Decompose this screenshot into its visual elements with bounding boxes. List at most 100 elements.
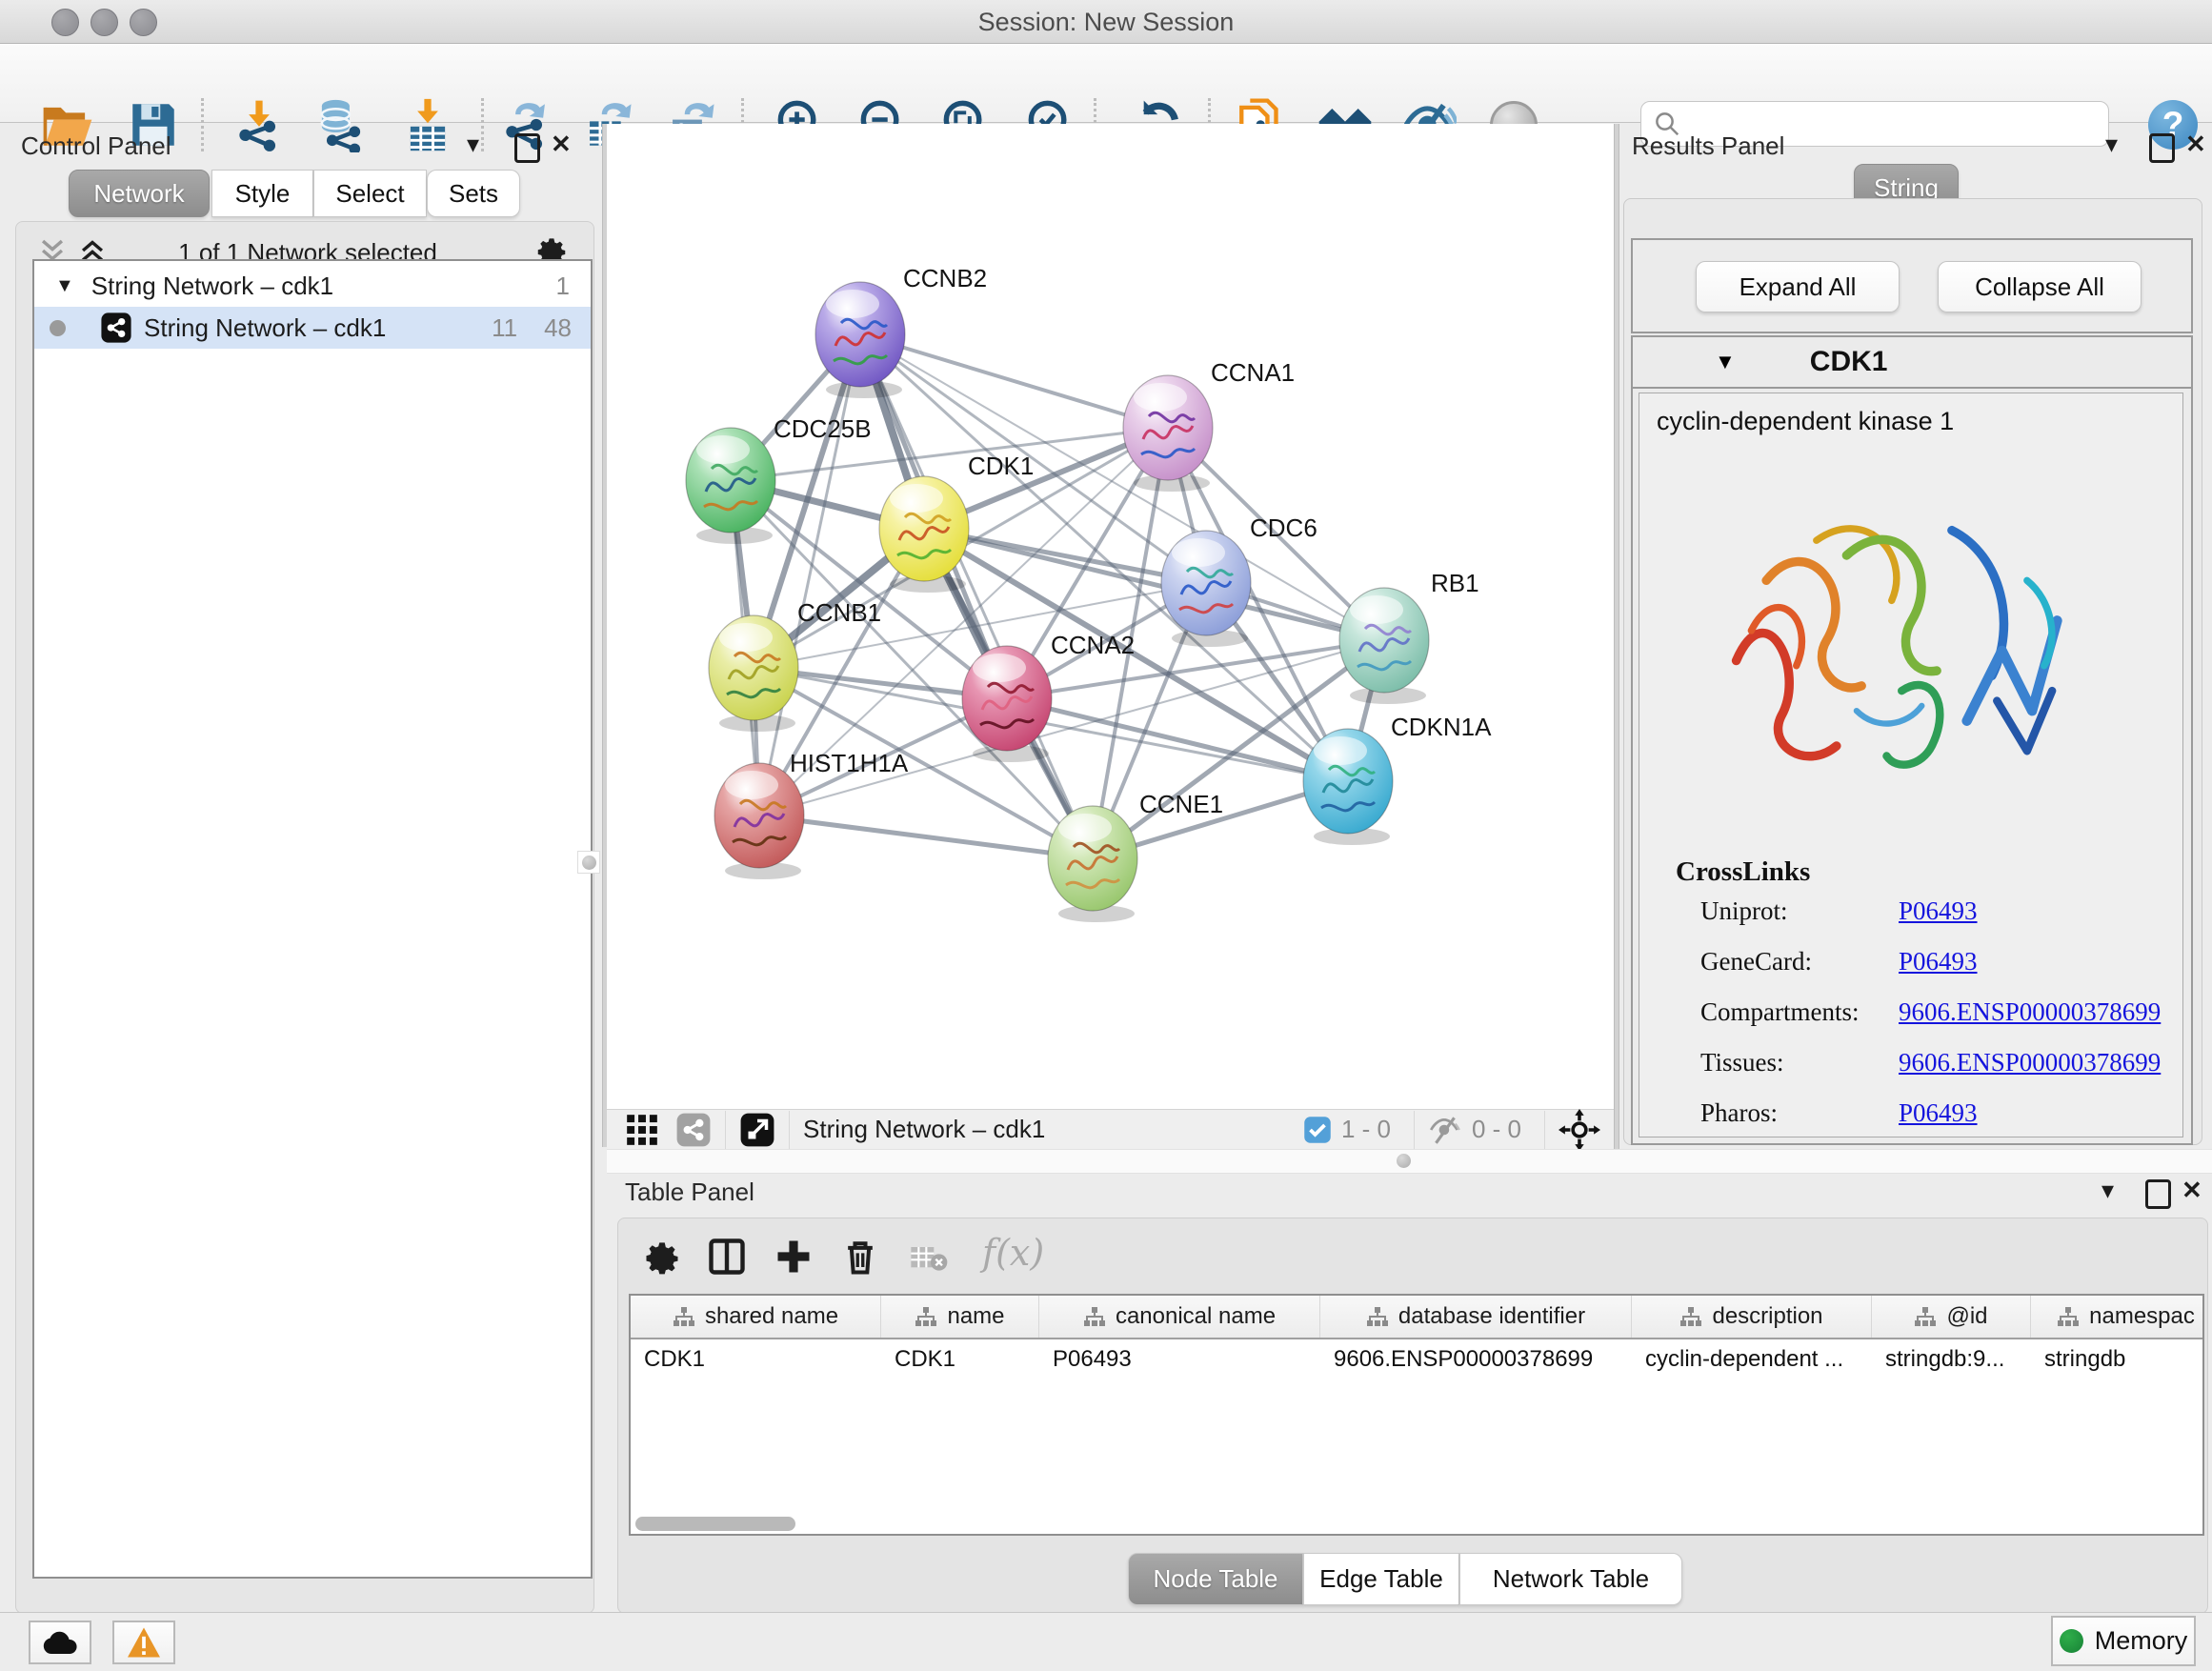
tab-node-table[interactable]: Node Table — [1128, 1553, 1303, 1605]
tab-network-table[interactable]: Network Table — [1459, 1553, 1682, 1605]
table-cell[interactable]: CDK1 — [631, 1339, 881, 1379]
column-header-1[interactable]: name — [881, 1296, 1039, 1338]
crosslink-link[interactable]: 9606.ENSP00000378699 — [1899, 997, 2161, 1027]
results-panel-float-icon[interactable] — [2149, 133, 2175, 163]
network-row[interactable]: String Network – cdk1 11 48 — [34, 307, 591, 349]
table-cell[interactable]: CDK1 — [881, 1339, 1039, 1379]
node-label-CCNB2: CCNB2 — [903, 264, 987, 292]
column-type-icon — [915, 1306, 937, 1327]
delete-column-icon[interactable] — [839, 1236, 881, 1278]
node-label-HIST1H1A: HIST1H1A — [790, 749, 909, 777]
tab-network[interactable]: Network — [69, 170, 210, 217]
memory-label: Memory — [2095, 1626, 2188, 1656]
table-cell[interactable]: stringdb — [2031, 1339, 2204, 1379]
column-type-icon — [1914, 1306, 1937, 1327]
show-columns-icon[interactable] — [706, 1236, 748, 1278]
gene-description: cyclin-dependent kinase 1 — [1657, 407, 1954, 436]
selected-counts: 1 - 0 — [1341, 1115, 1391, 1144]
selected-checkbox-icon[interactable] — [1303, 1116, 1332, 1144]
cloud-button[interactable] — [29, 1621, 91, 1664]
node-label-CCNA2: CCNA2 — [1051, 631, 1135, 659]
table-cell[interactable]: cyclin-dependent ... — [1632, 1339, 1872, 1379]
tab-style[interactable]: Style — [211, 170, 313, 217]
network-view-toolbar: String Network – cdk1 1 - 0 0 - 0 — [607, 1109, 1614, 1149]
crosslink-label: Uniprot: — [1700, 896, 1899, 926]
cloud-icon — [40, 1628, 80, 1657]
results-panel-close-icon[interactable]: ✕ — [2185, 130, 2206, 159]
node-label-CDC6: CDC6 — [1250, 513, 1317, 542]
status-strip: Memory — [0, 1612, 2212, 1671]
main-toolbar: ? — [0, 44, 2212, 123]
birds-eye-view-icon[interactable] — [739, 1112, 775, 1148]
gene-collapse-icon[interactable]: ▼ — [1715, 350, 1736, 374]
function-builder-icon: f(x) — [982, 1232, 1044, 1274]
table-header-row: shared namenamecanonical namedatabase id… — [631, 1296, 2202, 1339]
network-node-count: 11 — [492, 313, 517, 343]
node-label-CCNA1: CCNA1 — [1211, 358, 1295, 387]
collection-count: 1 — [556, 272, 570, 301]
collection-expand-icon[interactable]: ▼ — [55, 275, 74, 297]
network-type-icon — [100, 312, 132, 344]
table-panel-collapse-icon[interactable]: ▾ — [2101, 1176, 2114, 1205]
table-panel-close-icon[interactable]: ✕ — [2182, 1176, 2202, 1205]
expand-all-button[interactable]: Expand All — [1696, 261, 1900, 312]
network-canvas[interactable]: CCNB2CCNA1CDC25BCDK1CDC6RB1CCNB1CCNA2CDK… — [607, 124, 1614, 1109]
grid-view-icon[interactable] — [624, 1112, 660, 1148]
control-panel-title: Control Panel — [21, 131, 171, 161]
table-hscrollbar-thumb[interactable] — [635, 1517, 795, 1531]
column-header-5[interactable]: @id — [1872, 1296, 2031, 1338]
control-panel-collapse-icon[interactable]: ▾ — [467, 130, 479, 159]
crosslink-link[interactable]: P06493 — [1899, 947, 1978, 976]
left-splitter-handle[interactable] — [577, 851, 600, 874]
table-panel-float-icon[interactable] — [2145, 1179, 2171, 1209]
results-panel-collapse-icon[interactable]: ▾ — [2105, 130, 2118, 159]
tab-sets[interactable]: Sets — [427, 170, 520, 217]
tab-select[interactable]: Select — [313, 170, 427, 217]
node-label-CDKN1A: CDKN1A — [1391, 713, 1492, 741]
table-cell[interactable]: P06493 — [1039, 1339, 1320, 1379]
node-label-CDC25B: CDC25B — [774, 414, 872, 443]
table-body: CDK1CDK1P064939606.ENSP00000378699cyclin… — [631, 1339, 2202, 1379]
crosslink-label: Pharos: — [1700, 1098, 1899, 1128]
add-column-icon[interactable] — [773, 1236, 814, 1278]
column-header-0[interactable]: shared name — [631, 1296, 881, 1338]
column-header-2[interactable]: canonical name — [1039, 1296, 1320, 1338]
crosslink-row: GeneCard:P06493 — [1700, 947, 2167, 976]
fit-content-crosshair-icon[interactable] — [1558, 1109, 1600, 1151]
control-panel-float-icon[interactable] — [514, 133, 540, 163]
warning-button[interactable] — [112, 1621, 175, 1664]
crosslink-link[interactable]: 9606.ENSP00000378699 — [1899, 1048, 2161, 1077]
window-title: Session: New Session — [0, 8, 2212, 37]
column-type-icon — [1366, 1306, 1389, 1327]
network-view-title: String Network – cdk1 — [803, 1115, 1045, 1144]
horizontal-splitter-handle[interactable] — [1393, 1150, 1414, 1171]
collection-label: String Network – cdk1 — [91, 272, 333, 301]
table-cell[interactable]: stringdb:9... — [1872, 1339, 2031, 1379]
column-type-icon — [1083, 1306, 1106, 1327]
collapse-all-button[interactable]: Collapse All — [1938, 261, 2142, 312]
column-header-4[interactable]: description — [1632, 1296, 1872, 1338]
tab-edge-table[interactable]: Edge Table — [1303, 1553, 1459, 1605]
hidden-eye-icon[interactable] — [1428, 1113, 1462, 1147]
network-share-view-icon[interactable] — [675, 1112, 712, 1148]
crosslinks-title: CrossLinks — [1676, 856, 1810, 888]
column-type-icon — [2057, 1306, 2080, 1327]
control-panel-close-icon[interactable]: ✕ — [551, 130, 572, 159]
crosslink-link[interactable]: P06493 — [1899, 896, 1978, 926]
expand-collapse-box: Expand All Collapse All — [1631, 238, 2193, 333]
table-options-gear-icon[interactable] — [641, 1236, 683, 1278]
results-panel: Results Panel ▾ ✕ String Expand All Coll… — [1619, 124, 2212, 1155]
column-header-6[interactable]: namespac — [2031, 1296, 2204, 1338]
table-row[interactable]: CDK1CDK1P064939606.ENSP00000378699cyclin… — [631, 1339, 2202, 1379]
node-table: shared namenamecanonical namedatabase id… — [629, 1294, 2204, 1536]
table-cell[interactable]: 9606.ENSP00000378699 — [1320, 1339, 1632, 1379]
memory-button[interactable]: Memory — [2051, 1616, 2196, 1666]
title-bar: Session: New Session — [0, 0, 2212, 44]
network-label: String Network – cdk1 — [144, 313, 386, 343]
table-panel-title: Table Panel — [625, 1178, 754, 1207]
results-panel-title: Results Panel — [1632, 131, 1784, 161]
column-header-3[interactable]: database identifier — [1320, 1296, 1632, 1338]
network-collection-row[interactable]: ▼ String Network – cdk1 1 — [34, 265, 591, 307]
crosslink-link[interactable]: P06493 — [1899, 1098, 1978, 1128]
crosslink-row: Compartments:9606.ENSP00000378699 — [1700, 997, 2167, 1027]
